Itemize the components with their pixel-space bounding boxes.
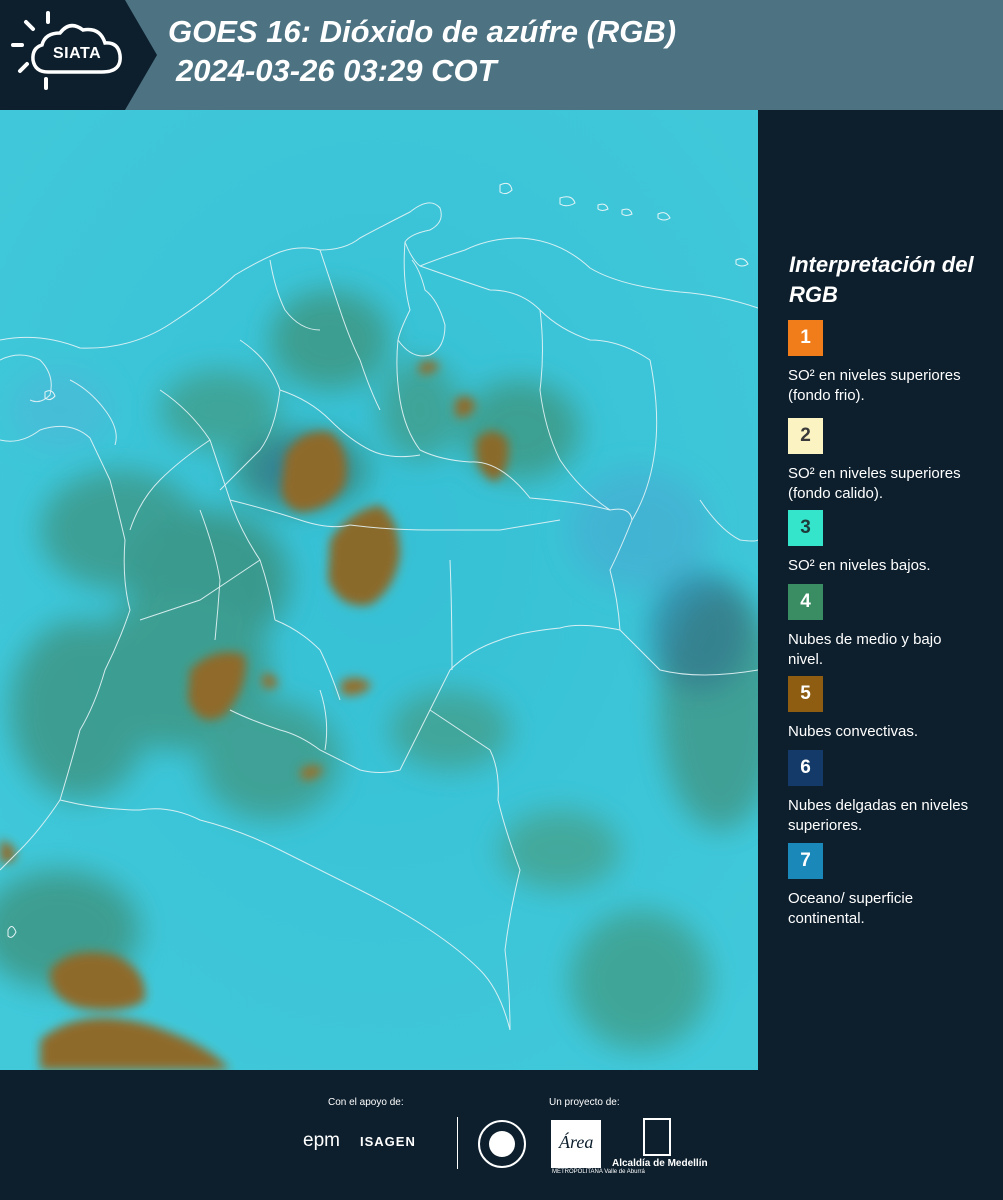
medellin-seal-icon [478,1120,526,1168]
legend-item-6: 6 Nubes delgadas en niveles superiores. [788,750,988,836]
legend-label-6: Nubes delgadas en niveles superiores. [788,797,969,834]
legend-item-2: 2 SO² en niveles superiores (fondo calid… [788,418,988,504]
legend-swatch-6: 6 [788,750,823,786]
legend-swatch-5: 5 [788,676,823,712]
legend-item-4: 4 Nubes de medio y bajo nivel. [788,584,988,670]
legend-title: Interpretación del RGB [789,252,974,307]
isagen-logo: ISAGEN [360,1134,416,1149]
legend-item-1: 1 SO² en niveles superiores (fondo frio)… [788,320,988,406]
footer-divider [457,1117,458,1169]
epm-logo: epm [303,1130,340,1151]
legend-swatch-3: 3 [788,510,823,546]
legend-swatch-7: 7 [788,843,823,879]
project-label: Un proyecto de: [549,1097,620,1108]
legend-swatch-2: 2 [788,418,823,454]
timestamp: 2024-03-26 03:29 COT [176,53,497,88]
alcaldia-label: Alcaldía de Medellín [612,1158,708,1169]
siata-logo-text: SIATA [53,45,102,62]
legend-item-5: 5 Nubes convectivas. [788,676,988,742]
legend-label-2: SO² en niveles superiores (fondo calido)… [788,465,961,502]
area-logo-text: Área [559,1132,594,1152]
product-title: GOES 16: Dióxido de azúfre (RGB) [168,14,677,49]
legend-item-7: 7 Oceano/ superficie continental. [788,843,988,929]
legend-swatch-1: 1 [788,320,823,356]
legend-panel: Interpretación del RGB 1 SO² en niveles … [758,110,1003,1070]
header-bar: SIATA GOES 16: Dióxido de azúfre (RGB) 2… [0,0,1003,110]
legend-label-5: Nubes convectivas. [788,723,919,740]
satellite-map[interactable] [0,110,758,1070]
alcaldia-shield-icon [643,1118,671,1156]
legend-swatch-4: 4 [788,584,823,620]
area-metropolitana-logo: Área [551,1120,601,1168]
area-metropolitana-subtext: METROPOLITANA Valle de Aburrá [552,1169,645,1175]
legend-label-4: Nubes de medio y bajo nivel. [788,631,942,668]
legend-label-3: SO² en niveles bajos. [788,557,931,574]
support-label: Con el apoyo de: [328,1097,404,1108]
legend-label-1: SO² en niveles superiores (fondo frio). [788,367,961,404]
siata-logo: SIATA [0,0,158,110]
legend-item-3: 3 SO² en niveles bajos. [788,510,988,576]
legend-label-7: Oceano/ superficie continental. [788,890,914,927]
footer-bar: Con el apoyo de: Un proyecto de: epm ISA… [0,1070,1003,1200]
